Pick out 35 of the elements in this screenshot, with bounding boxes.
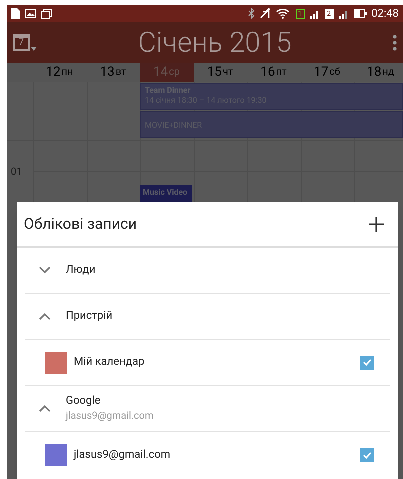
day-header[interactable]: 18нд — [354, 63, 403, 82]
more-icon[interactable] — [393, 34, 397, 50]
month-title: Січень 2015 — [137, 28, 293, 56]
account-email: jlasus9@gmail.com — [66, 410, 154, 424]
checkbox[interactable] — [360, 356, 374, 370]
add-icon[interactable] — [369, 216, 384, 232]
group-label: Google — [66, 392, 102, 409]
dropdown-icon — [31, 47, 37, 51]
day-header[interactable]: 13 вт — [86, 63, 140, 82]
signal-icon — [310, 8, 320, 18]
calendar-label: jlasus9@gmail.com — [74, 446, 172, 463]
gallery-icon — [41, 8, 52, 18]
check-icon — [362, 359, 372, 366]
day-header[interactable]: 12пн — [33, 63, 86, 82]
checkbox[interactable] — [360, 448, 374, 462]
check-icon — [362, 452, 372, 458]
mute-icon — [260, 8, 271, 19]
battery-icon — [354, 9, 367, 18]
bluetooth-icon — [248, 8, 255, 19]
document-icon — [11, 8, 20, 19]
group-label: Люди — [66, 262, 96, 278]
signal-icon — [338, 8, 349, 18]
day-header[interactable]: 15чт — [194, 63, 247, 82]
group-label: Пристрій — [66, 308, 113, 324]
chevron-up-icon[interactable] — [39, 405, 51, 412]
chevron-up-icon[interactable] — [39, 313, 51, 320]
day-header[interactable]: 17сб — [300, 63, 354, 82]
day-header[interactable]: 16пт — [247, 63, 300, 82]
chevron-down-icon[interactable] — [39, 267, 51, 274]
clock: 02:48 — [372, 8, 399, 19]
dialog-title: Облікові записи — [24, 214, 137, 235]
wifi-icon — [276, 8, 291, 19]
image-icon — [25, 9, 36, 18]
hour-label: 01 — [11, 166, 22, 180]
calendar-label: Мій календар — [74, 354, 146, 370]
